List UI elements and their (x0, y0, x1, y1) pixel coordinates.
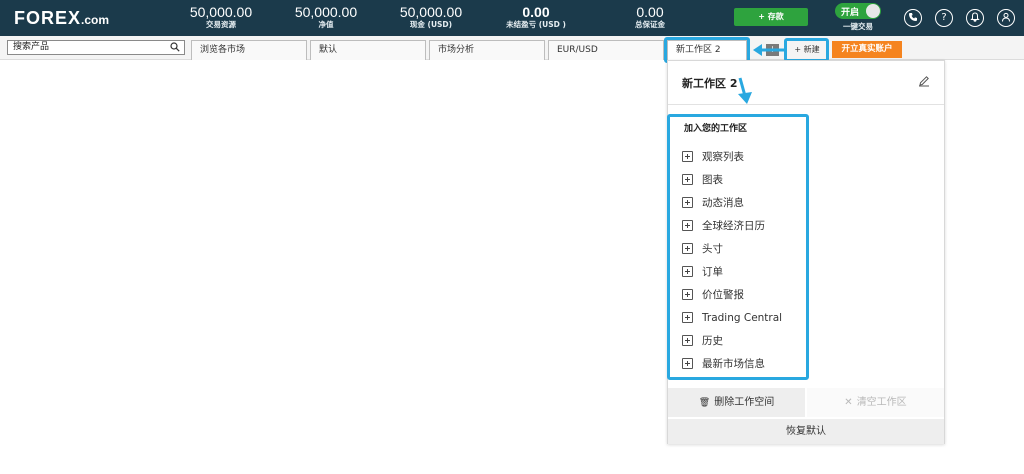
toggle-state: 开启 (841, 8, 860, 18)
workspace-actions: 🗑 删除工作空间 ✕ 清空工作区 (668, 388, 944, 417)
logo-main: FOREX (14, 8, 82, 28)
stat-value: 0.00 (636, 4, 664, 20)
tab-default[interactable]: 默认 (310, 40, 426, 60)
search-placeholder: 搜索产品 (13, 42, 50, 52)
stat-value: 50,000.00 (294, 4, 358, 20)
panel-title: 新工作区 2 (682, 77, 738, 90)
phone-icon[interactable] (904, 9, 922, 27)
search-input[interactable]: 搜索产品 (7, 40, 185, 55)
stat-total-margin: 0.00 总保证金 (620, 4, 680, 30)
stat-cash: 50,000.00 现金 (USD) (396, 4, 466, 30)
tab-browse-markets[interactable]: 浏览各市场 (191, 40, 307, 60)
trash-icon: 🗑 (698, 398, 711, 408)
stat-label: 交易资源 (206, 20, 236, 29)
arrow-down-icon (738, 77, 752, 104)
stat-value: 0.00 (522, 4, 550, 20)
delete-workspace-button[interactable]: 🗑 删除工作空间 (668, 388, 806, 417)
logo-suffix: .com (81, 13, 110, 27)
toggle-label: 一键交易 (843, 22, 873, 31)
stat-trading-resources: 50,000.00 交易资源 (186, 4, 256, 30)
edit-icon[interactable] (918, 75, 930, 87)
stat-value: 50,000.00 (399, 4, 463, 20)
delete-label: 删除工作空间 (714, 397, 775, 408)
stat-unrealized-pnl: 0.00 未结盈亏 (USD ) (498, 4, 574, 30)
restore-default-button[interactable]: 恢复默认 (668, 418, 944, 444)
help-icon[interactable]: ? (935, 9, 953, 27)
stat-label: 总保证金 (635, 20, 665, 29)
open-real-account-button[interactable]: 开立真实账户 (832, 41, 902, 58)
close-icon: ✕ (844, 397, 853, 408)
one-click-trading[interactable]: 开启 一键交易 (834, 3, 882, 32)
forex-logo[interactable]: FOREX.com (14, 8, 109, 29)
one-click-toggle[interactable]: 开启 (835, 3, 881, 19)
tab-eurusd[interactable]: EUR/USD (548, 40, 664, 60)
top-header: FOREX.com 50,000.00 交易资源 50,000.00 净值 50… (0, 0, 1024, 36)
panel-divider (668, 104, 944, 105)
tab-market-analysis[interactable]: 市场分析 (429, 40, 545, 60)
stat-label: 未结盈亏 (USD ) (506, 20, 566, 29)
stat-label: 净值 (318, 20, 334, 29)
clear-workspace-button[interactable]: ✕ 清空工作区 (807, 388, 944, 417)
stat-equity: 50,000.00 净值 (291, 4, 361, 30)
search-icon[interactable] (170, 42, 180, 52)
widget-list-highlight (667, 114, 809, 380)
bell-icon[interactable] (966, 9, 984, 27)
toggle-knob (866, 4, 880, 18)
arrow-left-icon (753, 44, 784, 56)
stat-value: 50,000.00 (189, 4, 253, 20)
new-workspace-button[interactable]: + 新建 (789, 42, 825, 58)
stat-label: 现金 (USD) (409, 20, 453, 29)
account-icon[interactable] (997, 9, 1015, 27)
deposit-button[interactable]: + 存款 (734, 8, 808, 26)
clear-label: 清空工作区 (856, 397, 907, 408)
